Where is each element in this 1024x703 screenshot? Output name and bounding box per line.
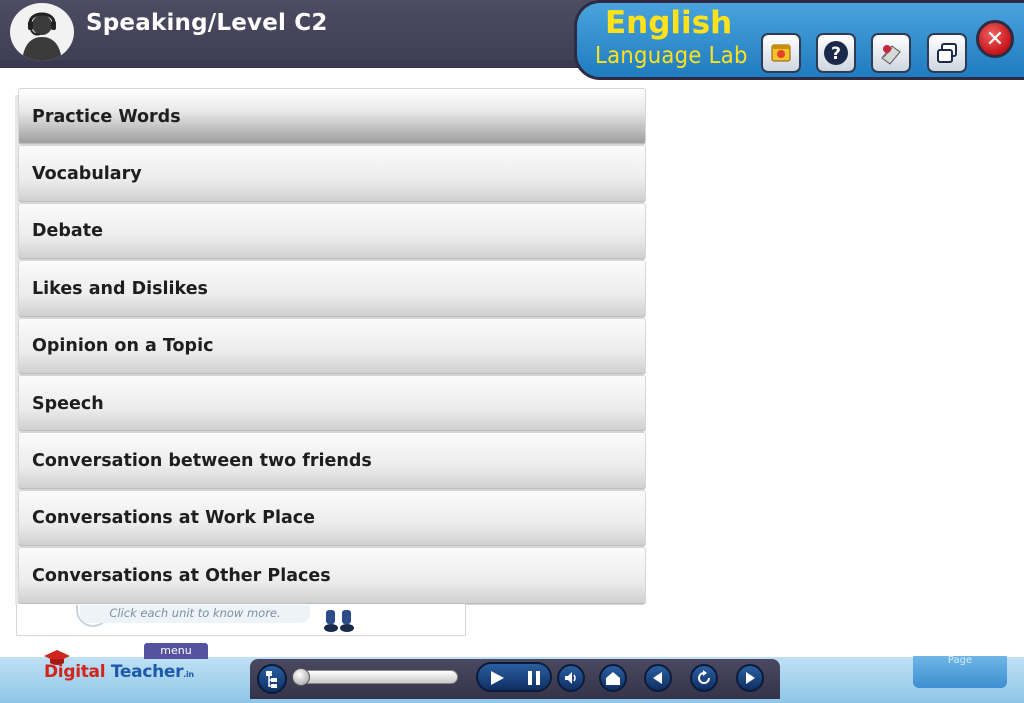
window-button[interactable]: [927, 33, 967, 73]
next-button[interactable]: [736, 664, 764, 692]
notepad-button[interactable]: [761, 33, 801, 73]
home-icon: [606, 672, 620, 685]
help-icon: ?: [824, 41, 848, 65]
notepad-icon: [771, 44, 791, 62]
menu-tab[interactable]: menu: [144, 643, 208, 659]
speaker-icon: [565, 672, 576, 684]
menu-item-conversations-other[interactable]: Conversations at Other Places: [18, 547, 646, 605]
tree-icon: [266, 671, 277, 688]
menu-item-conversations-work[interactable]: Conversations at Work Place: [18, 489, 646, 548]
menu-item-practice-words[interactable]: Practice Words: [18, 88, 646, 146]
pause-icon[interactable]: [526, 669, 542, 687]
windows-icon: [937, 43, 957, 63]
close-icon: ✕: [985, 26, 1005, 52]
digital-teacher-logo: Digital Teacher.in: [44, 662, 194, 682]
logo-teacher: Teacher: [105, 662, 184, 682]
replay-button[interactable]: [690, 664, 718, 692]
unit-menu: Practice Words Vocabulary Debate Likes a…: [18, 88, 648, 605]
previous-button[interactable]: [644, 664, 672, 692]
home-button[interactable]: [599, 664, 627, 692]
page-indicator[interactable]: Page: [913, 656, 1007, 688]
next-icon: [746, 672, 755, 684]
play-icon[interactable]: [488, 669, 506, 687]
seek-handle[interactable]: [292, 668, 310, 686]
menu-item-opinion-topic[interactable]: Opinion on a Topic: [18, 317, 646, 375]
brand-english: English: [605, 5, 733, 41]
page-title: Speaking/Level C2: [86, 10, 328, 36]
user-avatar: [10, 3, 74, 61]
menu-item-conversation-friends[interactable]: Conversation between two friends: [18, 432, 646, 490]
brand-language-lab: Language Lab: [595, 43, 748, 69]
menu-item-likes-dislikes[interactable]: Likes and Dislikes: [18, 260, 646, 318]
logo-digital: Digital: [44, 662, 106, 682]
tree-menu-button[interactable]: [257, 664, 287, 694]
logo-suffix: .in: [183, 670, 194, 679]
seek-bar[interactable]: [293, 670, 458, 684]
menu-item-speech[interactable]: Speech: [18, 374, 646, 433]
svg-text:?: ?: [831, 44, 841, 64]
menu-item-debate[interactable]: Debate: [18, 202, 646, 261]
footsteps-icon: [324, 610, 354, 632]
replay-icon: [698, 670, 710, 684]
play-pause-group: [476, 662, 552, 692]
dictionary-button[interactable]: [871, 33, 911, 73]
hint-text: Click each unit to know more.: [80, 605, 310, 623]
help-button[interactable]: ?: [816, 33, 856, 73]
book-icon: [881, 45, 901, 65]
volume-button[interactable]: [557, 664, 585, 692]
previous-icon: [653, 672, 662, 684]
close-button[interactable]: ✕: [976, 20, 1014, 58]
menu-item-vocabulary[interactable]: Vocabulary: [18, 145, 646, 203]
